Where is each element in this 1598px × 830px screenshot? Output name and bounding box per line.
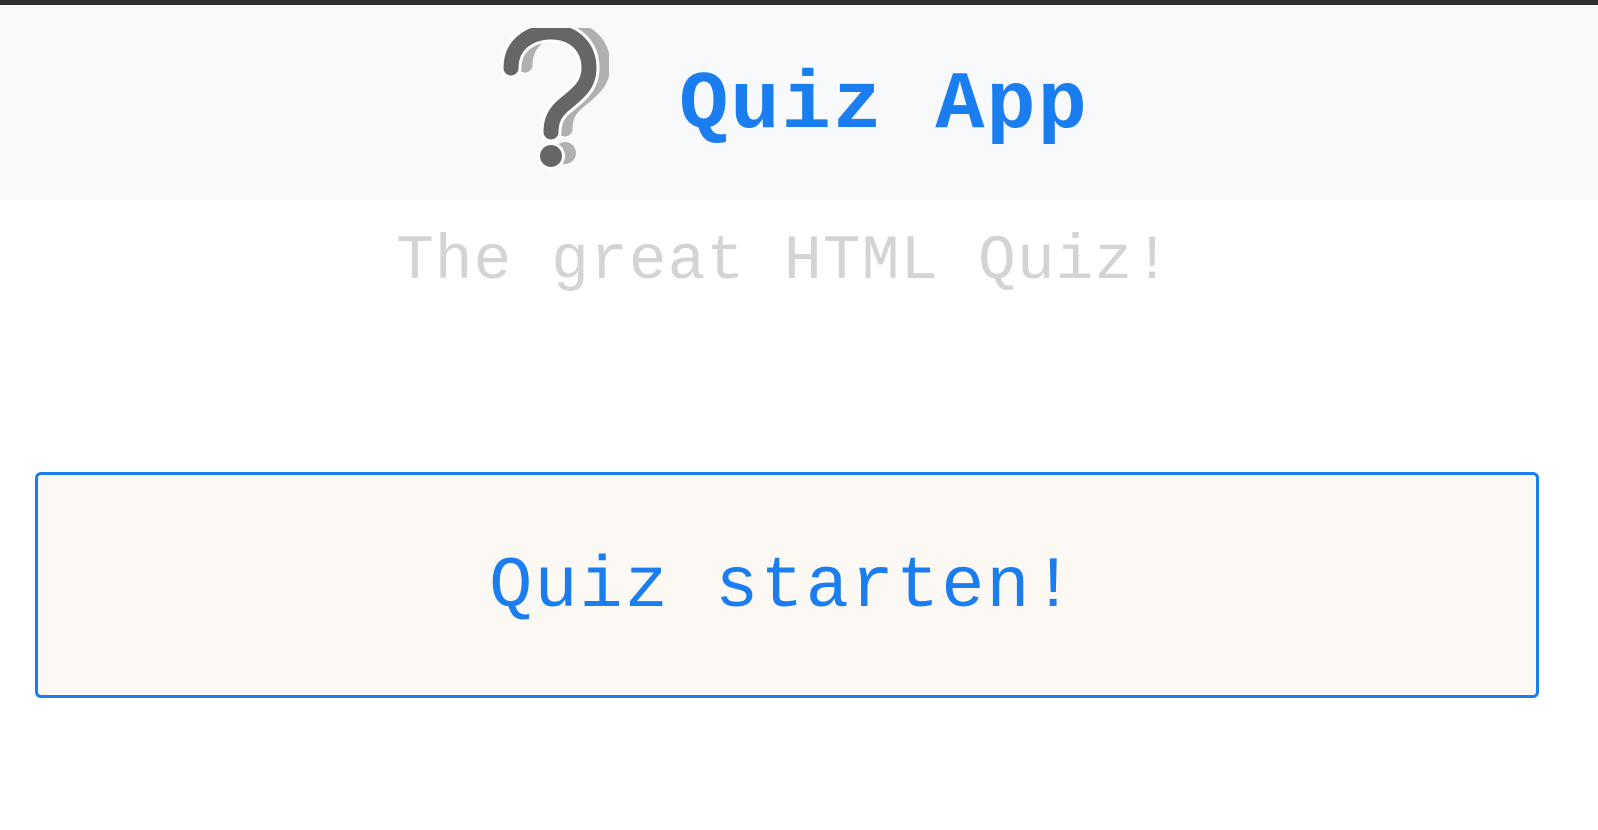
app-title: Quiz App bbox=[679, 58, 1089, 152]
quiz-subtitle: The great HTML Quiz! bbox=[395, 226, 1173, 297]
start-quiz-label: Quiz starten! bbox=[489, 546, 1077, 628]
start-quiz-button[interactable]: Quiz starten! bbox=[35, 472, 1539, 698]
header-brand: Quiz App bbox=[499, 27, 1089, 178]
question-mark-icon bbox=[500, 27, 610, 170]
app-header: Quiz App bbox=[0, 5, 1598, 200]
